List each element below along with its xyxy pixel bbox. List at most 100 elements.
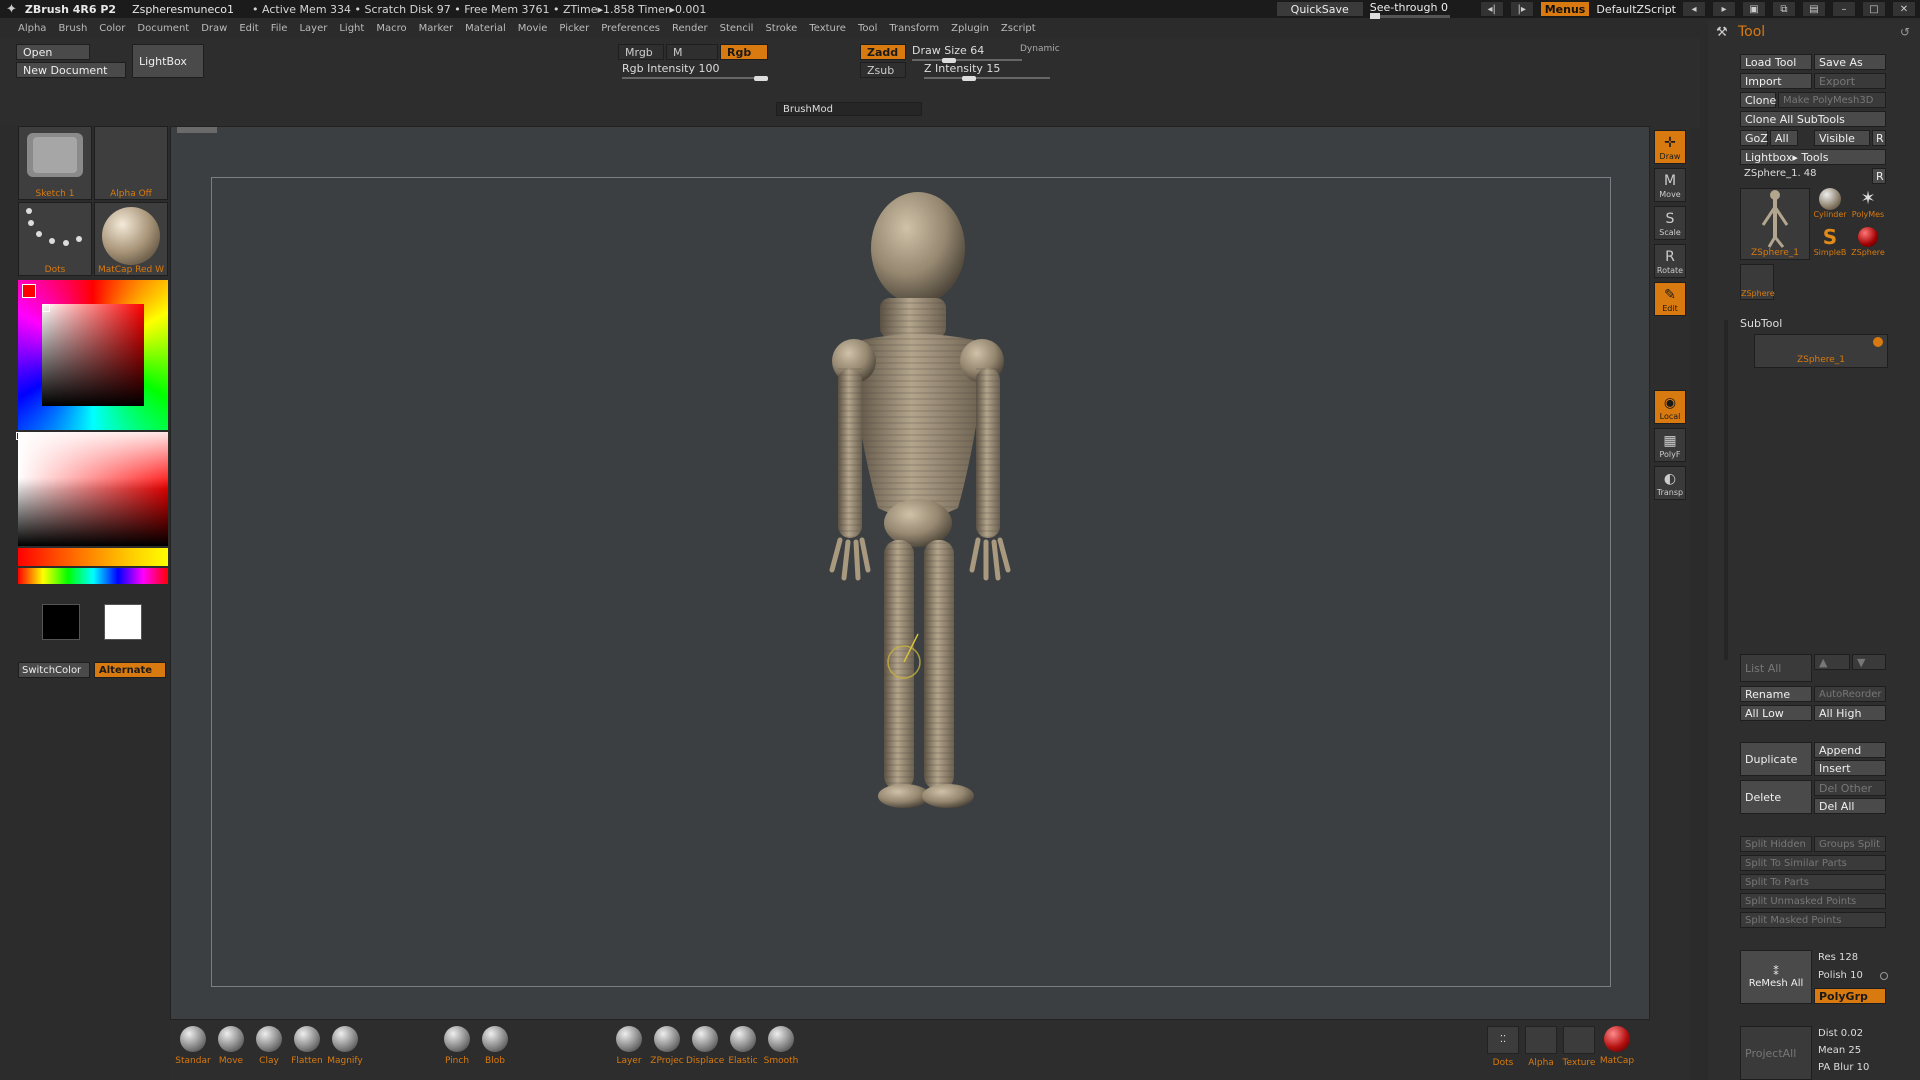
lightbox-button[interactable]: LightBox [132, 44, 204, 78]
load-tool-button[interactable]: Load Tool [1740, 54, 1812, 70]
z-intensity-knob[interactable] [962, 76, 976, 81]
local-button[interactable]: ◉ Local [1654, 390, 1686, 424]
menu-zplugin[interactable]: Zplugin [951, 23, 989, 34]
goz-button[interactable]: GoZ [1740, 130, 1768, 146]
list-all-button[interactable]: List All [1740, 654, 1812, 682]
brush-standard[interactable]: Standar [174, 1026, 212, 1078]
dist-slider[interactable]: Dist 0.02 [1818, 1028, 1863, 1039]
duplicate-button[interactable]: Duplicate [1740, 742, 1812, 776]
brush-pinch[interactable]: Pinch [438, 1026, 476, 1078]
z-intensity-track[interactable] [924, 77, 1050, 79]
material-thumb[interactable]: MatCap Red W [94, 202, 168, 276]
mean-slider[interactable]: Mean 25 [1818, 1045, 1861, 1056]
secondary-color-swatch[interactable] [104, 604, 142, 640]
stroke-dots-slot[interactable]: ⁚⁚ Dots [1484, 1026, 1522, 1078]
draw-mode-button[interactable]: ✛ Draw [1654, 130, 1686, 164]
goz-visible-button[interactable]: Visible [1814, 130, 1870, 146]
brush-move[interactable]: Move [212, 1026, 250, 1078]
menu-marker[interactable]: Marker [419, 23, 454, 34]
close-icon[interactable]: ✕ [1892, 1, 1916, 17]
maximize-icon[interactable]: □ [1862, 1, 1886, 17]
menu-draw[interactable]: Draw [201, 23, 227, 34]
all-low-button[interactable]: All Low [1740, 705, 1812, 721]
import-button[interactable]: Import [1740, 73, 1812, 89]
new-document-button[interactable]: New Document [16, 62, 126, 78]
menu-preferences[interactable]: Preferences [601, 23, 660, 34]
gradient-cursor[interactable] [16, 432, 24, 440]
brush-zproject[interactable]: ZProjec [648, 1026, 686, 1078]
tool-scrollbar[interactable] [1724, 320, 1728, 660]
remesh-all-button[interactable]: ⁑ ReMesh All [1740, 950, 1812, 1004]
polymesh-tool-thumb[interactable]: ✶ PolyMes [1850, 188, 1886, 224]
primary-color-swatch[interactable] [42, 604, 80, 640]
res-slider[interactable]: Res 128 [1818, 952, 1858, 963]
del-all-button[interactable]: Del All [1814, 798, 1886, 814]
menu-material[interactable]: Material [465, 23, 506, 34]
draw-size-slider[interactable]: Draw Size 64 [912, 44, 1022, 63]
polish-circle-icon[interactable] [1880, 972, 1888, 980]
default-zscript-label[interactable]: DefaultZScript [1596, 3, 1676, 16]
draw-size-track[interactable] [912, 59, 1022, 61]
subtool-visibility-icon[interactable] [1873, 337, 1883, 347]
prev-layout-icon[interactable]: ◂ [1682, 1, 1706, 17]
menu-movie[interactable]: Movie [518, 23, 548, 34]
autoreorder-button[interactable]: AutoReorder [1814, 686, 1886, 702]
goz-all-button[interactable]: All [1770, 130, 1798, 146]
transp-button[interactable]: ◐ Transp [1654, 466, 1686, 500]
color-picker[interactable] [18, 280, 168, 430]
insert-button[interactable]: Insert [1814, 760, 1886, 776]
split-hidden-button[interactable]: Split Hidden [1740, 836, 1812, 852]
brush-flatten[interactable]: Flatten [288, 1026, 326, 1078]
color-gradient-strip[interactable] [16, 432, 168, 546]
alternate-button[interactable]: Alternate [94, 662, 166, 678]
rgb-intensity-slider[interactable]: Rgb Intensity 100 [622, 62, 768, 81]
delete-button[interactable]: Delete [1740, 780, 1812, 814]
goz-r-button[interactable]: R [1872, 130, 1886, 146]
scale-mode-button[interactable]: S Scale [1654, 206, 1686, 240]
matcap-slot[interactable]: MatCap [1598, 1026, 1636, 1078]
current-tool-thumb[interactable]: ZSphere_1 [1740, 188, 1810, 260]
layout-left-icon[interactable]: ◂| [1479, 1, 1504, 17]
export-button[interactable]: Export [1814, 73, 1886, 89]
menu-alpha[interactable]: Alpha [18, 23, 46, 34]
cylinder-tool-thumb[interactable]: Cylinder [1812, 188, 1848, 224]
brush-displace[interactable]: Displace [686, 1026, 724, 1078]
split-parts-button[interactable]: Split To Parts [1740, 874, 1886, 890]
next-layout-icon[interactable]: ▸ [1712, 1, 1736, 17]
see-through-knob[interactable] [1369, 12, 1380, 19]
alpha-thumb[interactable]: Alpha Off [94, 126, 168, 200]
rgb-button[interactable]: Rgb [720, 44, 768, 60]
menu-edit[interactable]: Edit [239, 23, 258, 34]
zsphere-tool-thumb[interactable]: ZSphere [1850, 226, 1886, 262]
append-button[interactable]: Append [1814, 742, 1886, 758]
hue-strip-top[interactable] [18, 548, 168, 566]
layout-right-icon[interactable]: |▸ [1509, 1, 1534, 17]
brush-clay[interactable]: Clay [250, 1026, 288, 1078]
zsub-button[interactable]: Zsub [860, 62, 906, 78]
menu-render[interactable]: Render [672, 23, 708, 34]
menu-light[interactable]: Light [339, 23, 364, 34]
see-through-slider[interactable]: See-through 0 [1369, 1, 1474, 19]
brush-magnify[interactable]: Magnify [326, 1026, 364, 1078]
lightbox-tools-button[interactable]: Lightbox▸ Tools [1740, 149, 1886, 165]
tool-pin-icon[interactable]: ↺ [1900, 25, 1910, 39]
tool-header[interactable]: ⚒ Tool ↺ [1708, 20, 1920, 44]
zadd-button[interactable]: Zadd [860, 44, 906, 60]
move-down-button[interactable]: ▼ [1852, 654, 1886, 670]
project-all-button[interactable]: ProjectAll [1740, 1026, 1812, 1080]
brush-elastic[interactable]: Elastic [724, 1026, 762, 1078]
rgb-intensity-knob[interactable] [754, 76, 768, 81]
menu-brush[interactable]: Brush [58, 23, 87, 34]
see-through-track[interactable] [1369, 12, 1450, 19]
color-saturation-square[interactable] [42, 304, 144, 406]
small-zsphere-thumb[interactable]: ZSphere [1740, 264, 1775, 300]
brush-blob[interactable]: Blob [476, 1026, 514, 1078]
move-up-button[interactable]: ▲ [1814, 654, 1850, 670]
color-picker-cursor[interactable] [42, 304, 50, 312]
menu-stencil[interactable]: Stencil [720, 23, 754, 34]
clone-button[interactable]: Clone [1740, 92, 1776, 108]
menu-file[interactable]: File [271, 23, 288, 34]
menu-texture[interactable]: Texture [809, 23, 846, 34]
texture-slot[interactable]: Texture [1560, 1026, 1598, 1078]
z-intensity-slider[interactable]: Z Intensity 15 [924, 62, 1050, 81]
